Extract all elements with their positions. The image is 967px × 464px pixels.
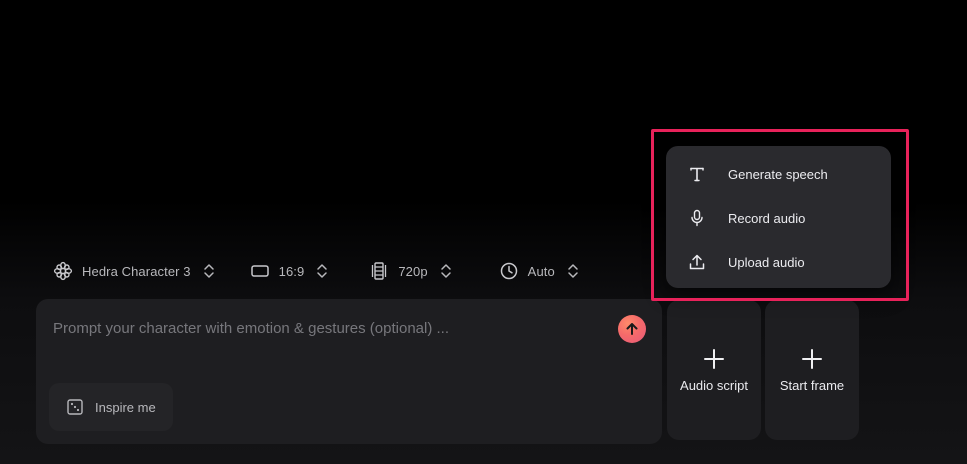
chevron-updown-icon (316, 262, 328, 280)
model-label: Hedra Character 3 (82, 263, 191, 279)
rectangle-icon (249, 260, 271, 282)
menu-item-label: Upload audio (728, 254, 805, 270)
menu-item-label: Record audio (728, 210, 806, 226)
settings-toolbar: Hedra Character 3 16:9 720p Auto (46, 256, 585, 286)
aspect-ratio-selector[interactable]: 16:9 (243, 256, 335, 286)
prompt-panel: Inspire me (36, 299, 662, 444)
audio-script-label: Audio script (680, 378, 748, 393)
duration-selector[interactable]: Auto (492, 256, 585, 286)
arrow-up-icon (626, 323, 638, 335)
menu-item-label: Generate speech (728, 166, 828, 182)
text-icon (686, 163, 708, 185)
aspect-ratio-label: 16:9 (278, 263, 305, 279)
chevron-updown-icon (203, 262, 215, 280)
menu-item-record-audio[interactable]: Record audio (674, 198, 883, 238)
menu-item-upload-audio[interactable]: Upload audio (674, 242, 883, 282)
plus-icon (704, 349, 724, 369)
clock-icon (498, 260, 520, 282)
chevron-updown-icon (440, 262, 452, 280)
flower-icon (52, 260, 74, 282)
audio-script-card[interactable]: Audio script (667, 300, 761, 440)
send-button[interactable] (618, 315, 646, 343)
start-frame-label: Start frame (779, 378, 845, 393)
inspire-me-button[interactable]: Inspire me (49, 383, 173, 431)
resolution-label: 720p (398, 263, 428, 279)
upload-icon (686, 251, 708, 273)
inspire-me-label: Inspire me (95, 399, 156, 415)
menu-item-generate-speech[interactable]: Generate speech (674, 154, 883, 194)
prompt-input[interactable] (53, 317, 593, 339)
film-icon (368, 260, 390, 282)
chevron-updown-icon (567, 262, 579, 280)
duration-label: Auto (527, 263, 555, 279)
start-frame-card[interactable]: Start frame (765, 300, 859, 440)
plus-icon (802, 349, 822, 369)
microphone-icon (686, 207, 708, 229)
dice-icon (65, 397, 85, 417)
model-selector[interactable]: Hedra Character 3 (46, 256, 221, 286)
resolution-selector[interactable]: 720p (362, 256, 457, 286)
audio-source-menu: Generate speech Record audio Upload audi… (666, 146, 891, 288)
